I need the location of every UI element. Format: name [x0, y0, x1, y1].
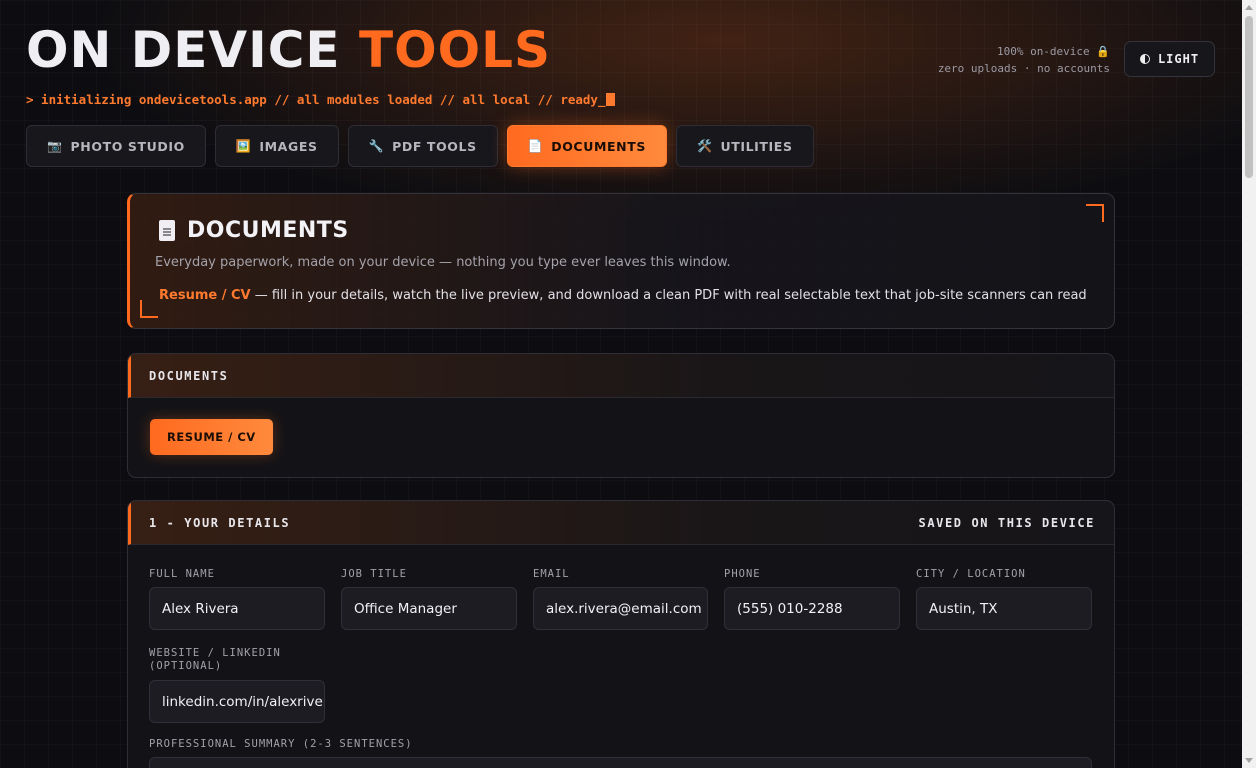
phone-field[interactable]: (555) 010-2288 — [724, 587, 900, 630]
scroll-thumb[interactable] — [1245, 16, 1253, 178]
summary-label: PROFESSIONAL SUMMARY (2-3 SENTENCES) — [149, 738, 413, 750]
tab-label: IMAGES — [259, 138, 318, 154]
corner-bracket-decoration — [1086, 204, 1104, 222]
app-title-word1: ON DEVICE — [26, 21, 341, 79]
full-name-label: FULL NAME — [149, 568, 215, 580]
panel-title: DOCUMENTS — [149, 368, 229, 383]
website-label-line1: WEBSITE / LINKEDIN — [149, 647, 281, 659]
your-details-panel: 1 - YOUR DETAILS SAVED ON THIS DEVICE FU… — [127, 500, 1115, 768]
document-icon: 📄 — [527, 139, 544, 153]
privacy-status: 100% on-device 🔒 zero uploads · no accou… — [938, 43, 1110, 77]
app-title-word2: TOOLS — [359, 21, 551, 79]
city-field[interactable]: Austin, TX — [916, 587, 1092, 630]
cursor-block — [606, 93, 616, 106]
tab-photo-studio[interactable]: 📷 PHOTO STUDIO — [26, 125, 206, 167]
feature-name: Resume / CV — [159, 288, 251, 303]
picture-icon: 🖼️ — [235, 139, 252, 153]
section-subtitle: Everyday paperwork, made on your device … — [155, 255, 731, 270]
scroll-up-arrow-icon[interactable] — [1245, 5, 1253, 10]
tab-images[interactable]: 🖼️ IMAGES — [214, 125, 339, 167]
section-title: DOCUMENTS — [159, 218, 349, 243]
panel-header: 1 - YOUR DETAILS SAVED ON THIS DEVICE — [128, 501, 1114, 545]
email-field[interactable]: alex.rivera@email.com — [533, 587, 708, 630]
corner-bracket-decoration — [140, 300, 158, 318]
privacy-status-line1: 100% on-device 🔒 — [996, 45, 1110, 58]
panel-title: 1 - YOUR DETAILS — [149, 515, 291, 530]
website-field[interactable]: linkedin.com/in/alexrivera — [149, 680, 325, 723]
resume-cv-button[interactable]: RESUME / CV — [150, 419, 273, 455]
page-scrollbar[interactable] — [1242, 0, 1256, 768]
save-status: SAVED ON THIS DEVICE — [918, 515, 1095, 530]
app-title: ON DEVICE TOOLS — [26, 22, 551, 78]
feature-desc: — fill in your details, watch the live p… — [250, 288, 1087, 303]
website-label-line2: (OPTIONAL) — [149, 660, 223, 672]
tab-label: PHOTO STUDIO — [70, 138, 185, 154]
theme-toggle-label: LIGHT — [1157, 52, 1200, 66]
ticker-text: > initializing ondevicetools.app // all … — [26, 92, 606, 107]
feature-description: Resume / CV — fill in your details, watc… — [159, 288, 1087, 303]
scroll-down-arrow-icon[interactable] — [1245, 758, 1253, 763]
contrast-icon — [1139, 54, 1150, 64]
tab-label: UTILITIES — [720, 138, 793, 154]
section-title-text: DOCUMENTS — [187, 218, 349, 243]
website-label: WEBSITE / LINKEDIN (OPTIONAL) — [149, 647, 281, 673]
documents-panel: DOCUMENTS RESUME / CV — [127, 353, 1115, 478]
tab-utilities[interactable]: 🛠️ UTILITIES — [675, 125, 814, 167]
privacy-status-line2: zero uploads · no accounts — [937, 62, 1110, 75]
tab-label: DOCUMENTS — [551, 138, 646, 154]
full-name-field[interactable]: Alex Rivera — [149, 587, 325, 630]
email-label: EMAIL — [533, 568, 570, 580]
tab-label: PDF TOOLS — [392, 138, 477, 154]
document-icon — [159, 220, 175, 241]
camera-icon: 📷 — [47, 139, 63, 153]
phone-label: PHONE — [724, 568, 761, 580]
summary-textarea[interactable] — [149, 757, 1092, 768]
city-label: CITY / LOCATION — [916, 568, 1026, 580]
wrench-icon: 🔧 — [368, 139, 385, 153]
tools-icon: 🛠️ — [696, 139, 713, 153]
theme-toggle-button[interactable]: LIGHT — [1124, 41, 1215, 77]
main-tabs: 📷 PHOTO STUDIO 🖼️ IMAGES 🔧 PDF TOOLS 📄 D… — [26, 125, 814, 167]
job-title-field[interactable]: Office Manager — [341, 587, 517, 630]
panel-header: DOCUMENTS — [128, 354, 1114, 398]
tab-documents[interactable]: 📄 DOCUMENTS — [506, 125, 667, 167]
tab-pdf-tools[interactable]: 🔧 PDF TOOLS — [347, 125, 498, 167]
section-hero-card: DOCUMENTS Everyday paperwork, made on yo… — [127, 193, 1115, 329]
status-ticker: > initializing ondevicetools.app // all … — [26, 92, 616, 107]
job-title-label: JOB TITLE — [341, 568, 407, 580]
